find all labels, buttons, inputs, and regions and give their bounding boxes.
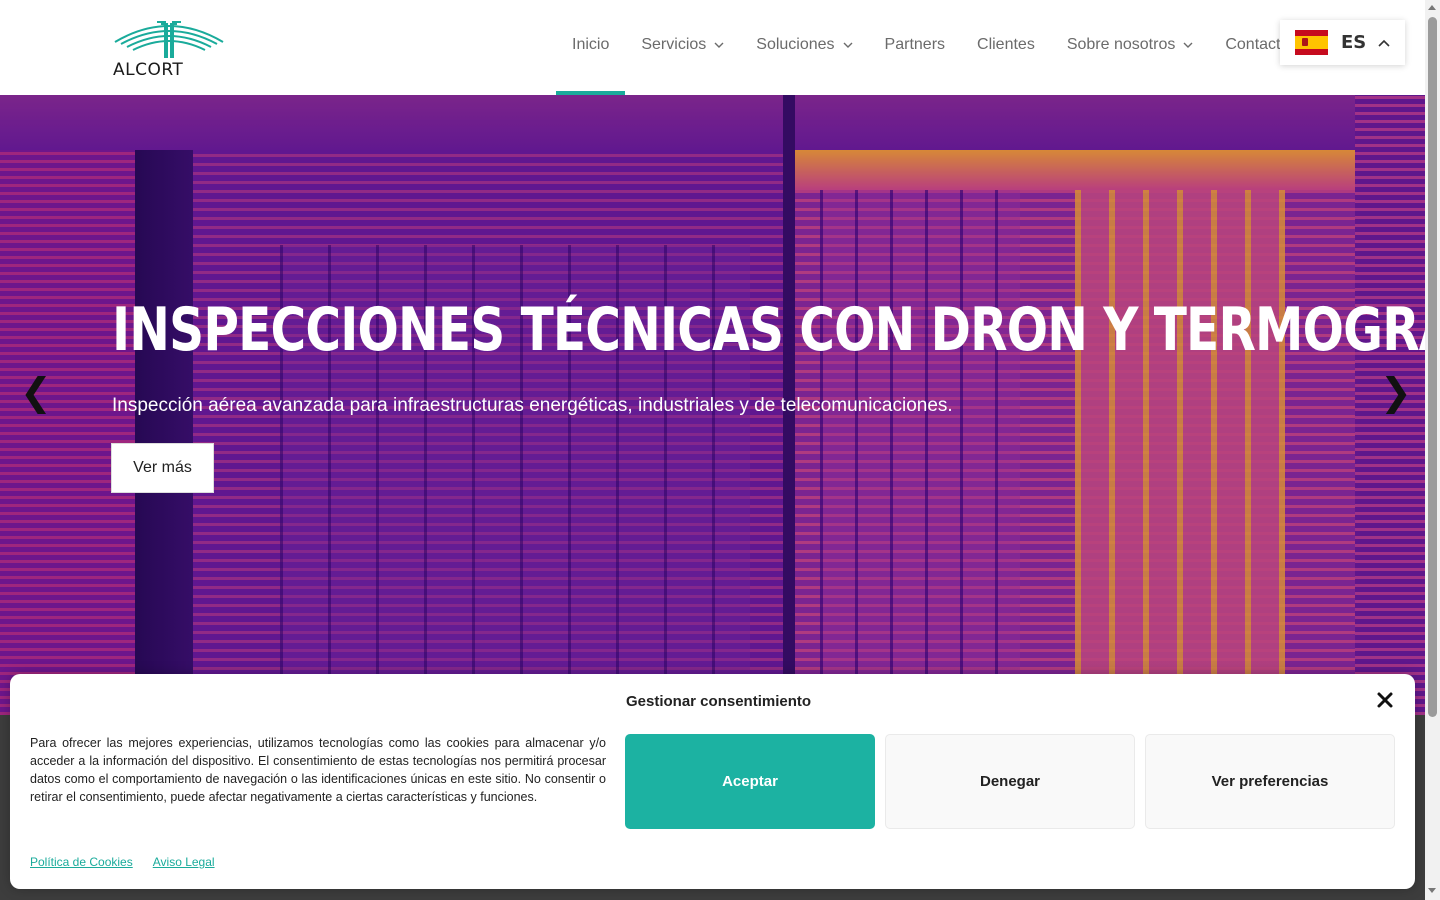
- scroll-up-arrow-icon[interactable]: [1428, 5, 1436, 10]
- spain-flag-icon: [1295, 30, 1328, 55]
- page-scrollbar[interactable]: [1425, 0, 1440, 900]
- nav-item-label: Partners: [884, 35, 946, 53]
- ver-mas-button[interactable]: Ver más: [111, 443, 214, 493]
- chevron-down-icon: [714, 42, 724, 48]
- nav-item-clientes[interactable]: Clientes: [961, 0, 1051, 89]
- logo-text: ALCORT: [113, 60, 184, 80]
- language-switcher[interactable]: ES: [1280, 20, 1405, 65]
- deny-button[interactable]: Denegar: [885, 734, 1135, 829]
- hero-slider: INSPECCIONES TÉCNICAS CON DRON Y TERMOGR…: [0, 95, 1425, 715]
- chevron-up-icon: [1378, 39, 1390, 47]
- cookie-consent-banner: Gestionar consentimiento Para ofrecer la…: [10, 674, 1415, 889]
- consent-links: Política de Cookies Aviso Legal: [30, 855, 215, 869]
- chevron-down-icon: [843, 42, 853, 48]
- legal-notice-link[interactable]: Aviso Legal: [153, 855, 215, 869]
- nav-item-label: Clientes: [977, 35, 1035, 53]
- chevron-down-icon: [1183, 42, 1193, 48]
- nav-item-sobre-nosotros[interactable]: Sobre nosotros: [1051, 0, 1210, 89]
- nav-item-inicio[interactable]: Inicio: [556, 0, 626, 95]
- alcort-logo[interactable]: ALCORT: [113, 16, 225, 80]
- site-header: ALCORT Inicio Servicios Soluciones Partn…: [0, 0, 1425, 95]
- scroll-down-arrow-icon[interactable]: [1428, 888, 1436, 893]
- main-nav: Inicio Servicios Soluciones Partners Cli…: [556, 0, 1305, 95]
- slider-prev-arrow-icon[interactable]: ❮: [20, 370, 52, 414]
- nav-item-partners[interactable]: Partners: [869, 0, 961, 89]
- consent-description: Para ofrecer las mejores experiencias, u…: [30, 736, 606, 804]
- close-icon[interactable]: [1376, 691, 1394, 709]
- nav-item-label: Soluciones: [756, 35, 835, 53]
- slider-next-arrow-icon[interactable]: ❯: [1380, 370, 1412, 414]
- nav-item-label: Inicio: [572, 35, 610, 53]
- consent-title: Gestionar consentimiento: [626, 693, 812, 710]
- hero-subtitle: Inspección aérea avanzada para infraestr…: [112, 395, 953, 416]
- cookie-policy-link[interactable]: Política de Cookies: [30, 855, 133, 869]
- language-code: ES: [1341, 32, 1367, 53]
- accept-button[interactable]: Aceptar: [625, 734, 875, 829]
- alcort-logo-mark-icon: [114, 21, 224, 58]
- scrollbar-thumb[interactable]: [1428, 17, 1437, 717]
- nav-item-soluciones[interactable]: Soluciones: [740, 0, 868, 89]
- view-preferences-button[interactable]: Ver preferencias: [1145, 734, 1395, 829]
- hero-title: INSPECCIONES TÉCNICAS CON DRON Y TERMOGR…: [112, 295, 1425, 365]
- nav-item-label: Sobre nosotros: [1066, 35, 1176, 53]
- nav-item-servicios[interactable]: Servicios: [625, 0, 740, 89]
- nav-item-label: Servicios: [641, 35, 707, 53]
